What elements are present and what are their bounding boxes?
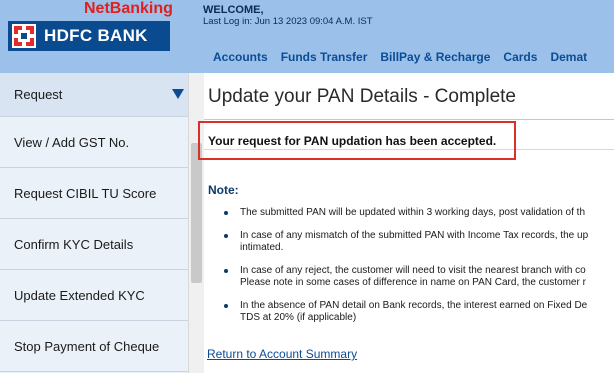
list-item: In case of any mismatch of the submitted… — [224, 230, 614, 254]
nav-billpay-recharge[interactable]: BillPay & Recharge — [380, 50, 490, 68]
bullet-icon — [224, 304, 228, 308]
success-message: Your request for PAN updation has been a… — [208, 134, 497, 148]
list-item: The submitted PAN will be updated within… — [224, 207, 614, 219]
note-heading: Note: — [208, 183, 239, 197]
return-to-account-summary-link[interactable]: Return to Account Summary — [207, 347, 357, 361]
sidebar-item-confirm-kyc[interactable]: Confirm KYC Details — [0, 220, 188, 270]
list-item: In case of any reject, the customer will… — [224, 265, 614, 289]
sidebar-item-request-cibil[interactable]: Request CIBIL TU Score — [0, 169, 188, 219]
last-login-text: Last Log in: Jun 13 2023 09:04 A.M. IST — [203, 16, 373, 27]
bullet-icon — [224, 234, 228, 238]
sidebar-scrollbar[interactable] — [188, 73, 204, 373]
nav-demat[interactable]: Demat — [550, 50, 587, 68]
page-title: Update your PAN Details - Complete — [208, 86, 516, 107]
caret-down-icon — [172, 89, 184, 99]
sidebar-item-label: Update Extended KYC — [14, 288, 145, 303]
note-text: The submitted PAN will be updated within… — [240, 207, 585, 218]
sidebar-item-label: Request — [14, 87, 63, 102]
sidebar-item-label: Confirm KYC Details — [14, 237, 134, 252]
note-text: In the absence of PAN detail on Bank rec… — [240, 300, 588, 323]
header: NetBanking HDFC BANK WELCOME, Last Log i… — [0, 0, 614, 73]
bank-name: HDFC BANK — [44, 26, 148, 45]
sidebar: Request View / Add GST No. Request CIBIL… — [0, 73, 188, 373]
hdfc-emblem-icon — [12, 24, 36, 48]
sidebar-item-label: Request CIBIL TU Score — [14, 186, 157, 201]
top-navigation: Accounts Funds Transfer BillPay & Rechar… — [200, 50, 587, 68]
bullet-icon — [224, 211, 228, 215]
bullet-icon — [224, 269, 228, 273]
scrollbar-thumb[interactable] — [191, 143, 202, 283]
sidebar-item-request[interactable]: Request — [0, 73, 188, 117]
main-content: Update your PAN Details - Complete Your … — [198, 73, 614, 373]
nav-cards[interactable]: Cards — [503, 50, 537, 68]
hdfc-badge: HDFC BANK — [8, 21, 170, 51]
nav-funds-transfer[interactable]: Funds Transfer — [281, 50, 368, 68]
netbanking-label: NetBanking — [84, 0, 173, 17]
sidebar-item-label: View / Add GST No. — [14, 135, 130, 150]
sidebar-item-update-extended-kyc[interactable]: Update Extended KYC — [0, 271, 188, 321]
note-text: In case of any mismatch of the submitted… — [240, 230, 589, 253]
sidebar-item-view-add-gst[interactable]: View / Add GST No. — [0, 118, 188, 168]
list-item: In the absence of PAN detail on Bank rec… — [224, 300, 614, 324]
sidebar-item-stop-payment[interactable]: Stop Payment of Cheque — [0, 322, 188, 372]
divider — [204, 119, 614, 120]
note-list: The submitted PAN will be updated within… — [224, 207, 614, 335]
sidebar-item-label: Stop Payment of Cheque — [14, 339, 160, 354]
bank-logo[interactable]: NetBanking HDFC BANK — [0, 0, 200, 73]
welcome-text: WELCOME, — [203, 4, 264, 16]
nav-accounts[interactable]: Accounts — [213, 50, 268, 68]
note-text: In case of any reject, the customer will… — [240, 265, 586, 288]
